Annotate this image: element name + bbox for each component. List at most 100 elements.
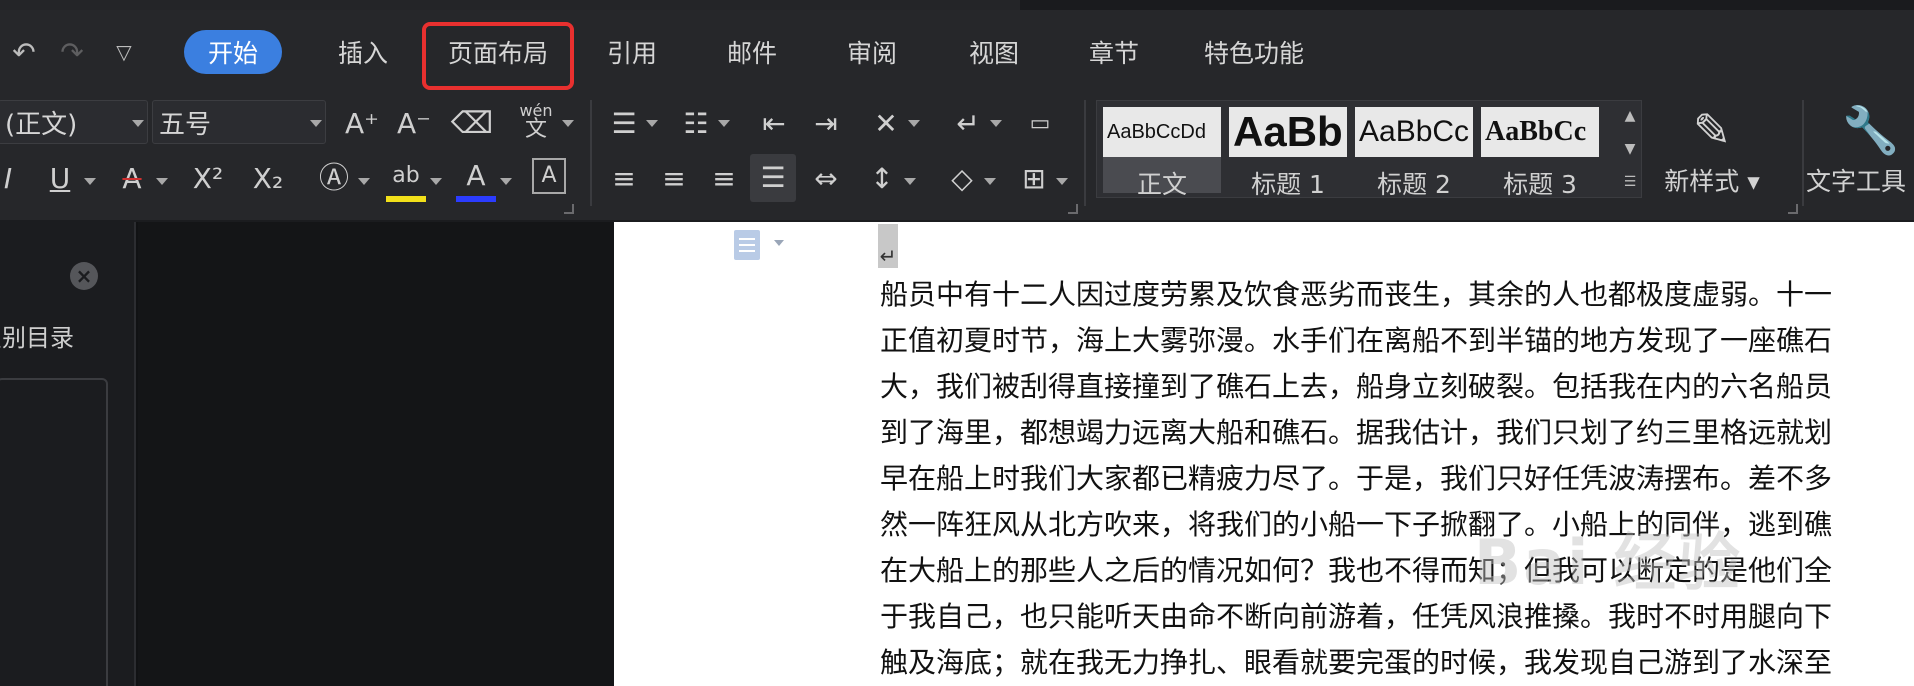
show-marks-icon[interactable]: ↵ — [948, 102, 988, 146]
text-line: 到了海里，都想竭力远离大船和礁石。据我估计，我们只划了约三里格远就划 — [880, 416, 1833, 449]
font-size-dropdown-icon[interactable] — [310, 120, 322, 127]
font-color-icon[interactable]: A — [456, 156, 496, 202]
tab-chapter[interactable]: 章节 — [1080, 30, 1148, 74]
tab-page-layout[interactable]: 页面布局 — [422, 22, 574, 90]
window-top-strip — [0, 0, 1914, 10]
tab-review[interactable]: 审阅 — [838, 30, 906, 74]
show-marks-dropdown-icon[interactable] — [990, 120, 1002, 127]
style-label: 标题 3 — [1503, 170, 1577, 199]
font-name-dropdown-icon[interactable] — [132, 120, 144, 127]
style-heading-3[interactable]: AaBbCc 标题 3 — [1481, 107, 1599, 199]
style-label: 标题 2 — [1377, 170, 1451, 199]
grow-font-icon[interactable]: A⁺ — [340, 102, 384, 146]
subscript-icon[interactable]: X₂ — [244, 156, 292, 202]
superscript-icon[interactable]: X² — [184, 156, 232, 202]
canvas-background — [138, 222, 614, 686]
borders-dropdown-icon[interactable] — [1056, 178, 1068, 185]
close-icon[interactable]: × — [70, 262, 98, 290]
strikethrough-icon[interactable]: A — [112, 156, 152, 202]
tab-home[interactable]: 开始 — [184, 30, 282, 74]
pen-icon: ✎ — [1692, 103, 1732, 157]
shading-icon[interactable]: ◇ — [942, 156, 982, 202]
tab-page-layout-label: 页面布局 — [447, 39, 548, 68]
chinese-layout-dropdown-icon[interactable] — [908, 120, 920, 127]
numbered-list-dropdown-icon[interactable] — [718, 120, 730, 127]
style-preview: AaBbCcDd — [1103, 107, 1221, 157]
style-normal[interactable]: AaBbCcDd 正文 — [1103, 107, 1221, 199]
highlight-icon[interactable]: ab — [386, 156, 426, 202]
text-line: 触及海底；就在我无力挣扎、眼看就要完蛋的时候，我发现自己游到了水深至 — [880, 646, 1833, 679]
font-name-combo[interactable]: (正文) — [0, 100, 148, 144]
styles-scroll-up-icon[interactable]: ▲ — [1625, 108, 1636, 124]
wrench-icon: 🔧 — [1842, 102, 1900, 157]
text-effect-dropdown-icon[interactable] — [358, 178, 370, 185]
strikethrough-dropdown-icon[interactable] — [156, 178, 168, 185]
document-page[interactable]: ↵ 船员中有十二人因过度劳累及饮食恶劣而丧生，其余的人也都极度虚弱。十一 正值初… — [614, 222, 1914, 686]
increase-indent-icon[interactable]: ⇥ — [806, 102, 846, 146]
line-spacing-dropdown-icon[interactable] — [904, 178, 916, 185]
new-style-label: 新样式 ▾ — [1664, 167, 1760, 196]
text-effect-icon[interactable]: Ⓐ — [314, 156, 354, 202]
clear-format-icon[interactable]: ⌫ — [450, 102, 494, 146]
document-icon-dropdown[interactable] — [774, 240, 784, 246]
paragraph-mark: ↵ — [878, 224, 898, 268]
tab-special-features[interactable]: 特色功能 — [1192, 30, 1316, 74]
text-tools-label: 文字工具 ▾ — [1806, 167, 1914, 196]
align-right-icon[interactable]: ≡ — [704, 156, 744, 202]
phonetic-dropdown-icon[interactable] — [562, 120, 574, 127]
new-style-button[interactable]: ✎ 新样式 ▾ — [1652, 102, 1772, 198]
separator — [590, 100, 592, 206]
paragraph-dialog-launcher-icon[interactable] — [1068, 204, 1078, 214]
document-text[interactable]: 船员中有十二人因过度劳累及饮食恶劣而丧生，其余的人也都极度虚弱。十一 正值初夏时… — [880, 272, 1832, 686]
align-center-icon[interactable]: ≡ — [654, 156, 694, 202]
decrease-indent-icon[interactable]: ⇤ — [754, 102, 794, 146]
borders-icon[interactable]: ⊞ — [1014, 156, 1054, 202]
font-color-dropdown-icon[interactable] — [500, 178, 512, 185]
bullet-list-dropdown-icon[interactable] — [646, 120, 658, 127]
tab-bar: ↶ ↷ ▽ 开始 插入 页面布局 引用 邮件 审阅 视图 章节 特色功能 — [0, 10, 1914, 92]
tab-insert[interactable]: 插入 — [326, 30, 400, 74]
redo-icon[interactable]: ↷ — [52, 32, 92, 72]
character-border-icon[interactable]: A — [532, 158, 566, 194]
chevron-down-icon[interactable]: ▽ — [104, 32, 144, 72]
text-tools-button[interactable]: 🔧 文字工具 ▾ — [1806, 102, 1914, 198]
chinese-layout-icon[interactable]: ✕ — [866, 102, 906, 146]
numbered-list-icon[interactable]: ☷ — [676, 102, 716, 146]
separator — [1802, 100, 1804, 206]
highlight-dropdown-icon[interactable] — [430, 178, 442, 185]
style-heading-1[interactable]: AaBb 标题 1 — [1229, 107, 1347, 199]
bullet-list-icon[interactable]: ☰ — [604, 102, 644, 146]
styles-expand-icon[interactable]: ☰ — [1624, 174, 1637, 190]
justify-icon[interactable]: ☰ — [750, 154, 796, 202]
style-preview: AaBbCc — [1355, 107, 1473, 157]
underline-dropdown-icon[interactable] — [84, 178, 96, 185]
tab-mailings[interactable]: 邮件 — [718, 30, 786, 74]
text-line: 船员中有十二人因过度劳累及饮食恶劣而丧生，其余的人也都极度虚弱。十一 — [880, 278, 1833, 311]
text-line: 正值初夏时节，海上大雾弥漫。水手们在离船不到半锚的地方发现了一座礁石 — [880, 324, 1833, 357]
shading-dropdown-icon[interactable] — [984, 178, 996, 185]
italic-icon[interactable]: I — [0, 156, 22, 202]
shrink-font-icon[interactable]: A⁻ — [392, 102, 436, 146]
text-line: 大，我们被刮得直接撞到了礁石上去，船身立刻破裂。包括我在内的六名船员 — [880, 370, 1833, 403]
tab-view[interactable]: 视图 — [960, 30, 1028, 74]
document-icon[interactable] — [734, 230, 760, 260]
ribbon: (正文) 五号 A⁺ A⁻ ⌫ wén 文 I U A X² X₂ Ⓐ ab A… — [0, 92, 1914, 222]
style-preview: AaBb — [1229, 107, 1347, 157]
styles-scroll-down-icon[interactable]: ▼ — [1625, 141, 1636, 157]
style-heading-2[interactable]: AaBbCc 标题 2 — [1355, 107, 1473, 199]
tab-references[interactable]: 引用 — [598, 30, 666, 74]
nav-recognize-toc[interactable]: 识别目录 — [0, 318, 74, 353]
distributed-align-icon[interactable]: ⇔ — [806, 156, 846, 202]
nav-content-box — [0, 378, 108, 686]
phonetic-guide-icon[interactable]: wén 文 — [512, 98, 560, 146]
align-left-icon[interactable]: ≡ — [604, 156, 644, 202]
watermark: Bai 经验 — [1474, 526, 1742, 599]
ruler-icon[interactable]: ▭ — [1020, 102, 1060, 146]
font-size-combo[interactable]: 五号 — [152, 100, 326, 144]
undo-icon[interactable]: ↶ — [4, 32, 44, 72]
separator — [1084, 100, 1086, 206]
underline-icon[interactable]: U — [40, 156, 80, 202]
font-dialog-launcher-icon[interactable] — [564, 204, 574, 214]
styles-dialog-launcher-icon[interactable] — [1788, 204, 1798, 214]
line-spacing-icon[interactable]: ↕ — [862, 156, 902, 202]
